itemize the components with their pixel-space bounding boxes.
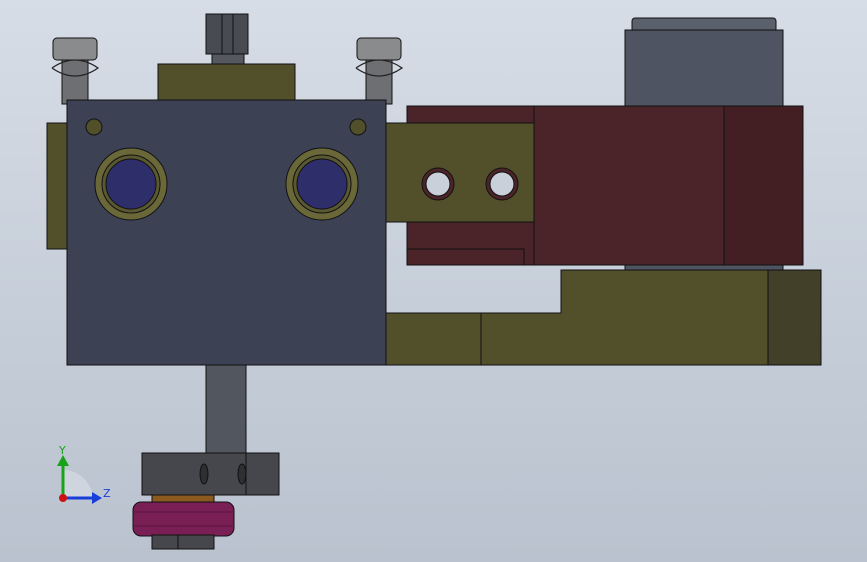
left-olive-plate[interactable] [46,122,70,250]
linkage-hole-1-inner [425,171,451,197]
right-pin[interactable] [355,37,404,105]
housing-main [533,105,726,266]
triad-origin [59,494,67,502]
cylinder-body [624,29,784,109]
mount-hole-left [85,118,103,136]
port-bore [105,158,157,210]
housing-upper-lip [406,105,535,125]
triad-plane-arc [63,469,93,498]
pin-head [356,37,402,61]
knob-body [132,501,235,537]
fitting-hex [205,13,249,55]
main-block[interactable] [66,99,387,366]
pin-head [52,37,98,61]
base-rail-end [767,269,822,366]
lower-rod[interactable] [205,361,247,458]
housing-end [723,105,804,266]
z-axis-arrow [92,492,102,504]
adjust-knob[interactable] [132,501,235,537]
base-rail[interactable] [385,269,822,366]
base-rail-body [385,269,769,366]
port-right[interactable] [285,147,359,221]
linkage-hole-2-inner [489,171,515,197]
port-left[interactable] [94,147,168,221]
clamp-screw-slot [237,463,247,485]
mount-hole-right [349,118,367,136]
housing-lower-slot [406,248,525,266]
orientation-triad[interactable]: Y Z [57,444,111,504]
left-pin[interactable] [51,37,100,105]
z-axis-label: Z [103,487,111,500]
cad-viewport[interactable]: Y Z [0,0,867,562]
y-axis-label: Y [58,444,66,457]
port-bore [296,158,348,210]
linkage-bar[interactable] [385,122,535,223]
clamp-block [141,452,280,496]
main-block-body [66,99,387,366]
top-fitting[interactable] [205,13,249,67]
clamp-screw-slot [199,463,209,485]
lower-clamp[interactable] [141,452,280,496]
model-view[interactable]: Y Z [0,0,867,562]
knob-base [151,534,215,550]
